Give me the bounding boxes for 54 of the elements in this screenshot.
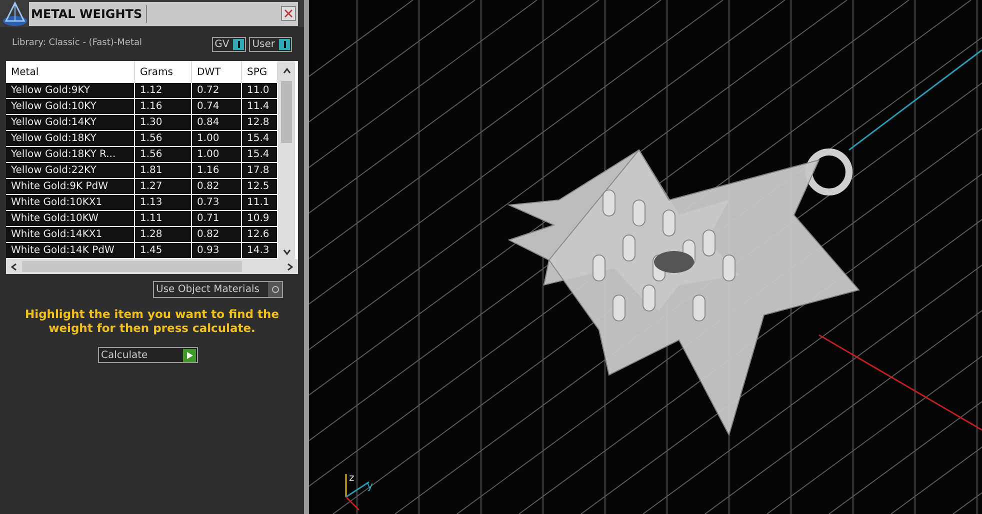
scrollbar-thumb[interactable]: [281, 81, 292, 143]
use-object-materials-toggle[interactable]: Use Object Materials: [153, 281, 283, 298]
calculate-button[interactable]: Calculate: [98, 347, 198, 363]
table-cell: White Gold:10KX1: [6, 195, 135, 210]
scroll-down-icon[interactable]: [282, 248, 292, 256]
table-cell: 1.56: [135, 131, 192, 146]
table-cell: Yellow Gold:10KY: [6, 99, 135, 114]
table-cell: Yellow Gold:22KY: [6, 163, 135, 178]
table-cell: Yellow Gold:18KY: [6, 131, 135, 146]
panel-title: METAL WEIGHTS: [29, 4, 147, 22]
table-cell: 1.13: [135, 195, 192, 210]
table-cell: 1.12: [135, 83, 192, 98]
close-button[interactable]: [281, 6, 296, 21]
table-cell: 1.45: [135, 243, 192, 258]
scroll-left-icon[interactable]: [10, 262, 18, 272]
toggle-switch[interactable]: User: [249, 36, 292, 52]
table-cell: 1.00: [192, 131, 242, 146]
scroll-up-icon[interactable]: [282, 67, 292, 75]
table-cell: 0.73: [192, 195, 242, 210]
table-cell: 1.16: [192, 163, 242, 178]
axis-label: z: [349, 473, 354, 484]
table-cell: 1.30: [135, 115, 192, 130]
table-cell: 0.71: [192, 211, 242, 226]
table-cell: Yellow Gold:9KY: [6, 83, 135, 98]
table-cell: White Gold:14KX1: [6, 227, 135, 242]
table-cell: 0.82: [192, 227, 242, 242]
table-cell: 1.81: [135, 163, 192, 178]
scroll-right-icon[interactable]: [286, 262, 294, 272]
table-cell: Yellow Gold:18KY R...: [6, 147, 135, 162]
horizontal-scrollbar[interactable]: [6, 259, 298, 274]
close-icon: [284, 9, 293, 18]
3d-viewport[interactable]: z y: [309, 0, 982, 514]
pyramid-logo-icon: [2, 0, 28, 26]
table-cell: 0.72: [192, 83, 242, 98]
table-cell: White Gold:14K PdW: [6, 243, 135, 258]
table-cell: 1.16: [135, 99, 192, 114]
table-cell: 1.27: [135, 179, 192, 194]
play-icon: [186, 352, 192, 358]
table-cell: 0.93: [192, 243, 242, 258]
vertical-scrollbar[interactable]: [278, 61, 295, 259]
table-cell: 0.84: [192, 115, 242, 130]
table-cell: White Gold:9K PdW: [6, 179, 135, 194]
table-cell: 1.28: [135, 227, 192, 242]
table-cell: Yellow Gold:14KY: [6, 115, 135, 130]
toggle-switch[interactable]: GV: [212, 36, 246, 52]
axis-label: y: [367, 481, 373, 492]
table-cell: 1.11: [135, 211, 192, 226]
table-cell: White Gold:10KW: [6, 211, 135, 226]
hint-text: Highlight the item you want to find the weight for then press calculate.: [24, 307, 280, 335]
table-cell: 1.56: [135, 147, 192, 162]
table-cell: 0.82: [192, 179, 242, 194]
table-cell: 0.74: [192, 99, 242, 114]
table-cell: 1.00: [192, 147, 242, 162]
library-label: Library: Classic - (Fast)-Metal: [12, 37, 142, 50]
